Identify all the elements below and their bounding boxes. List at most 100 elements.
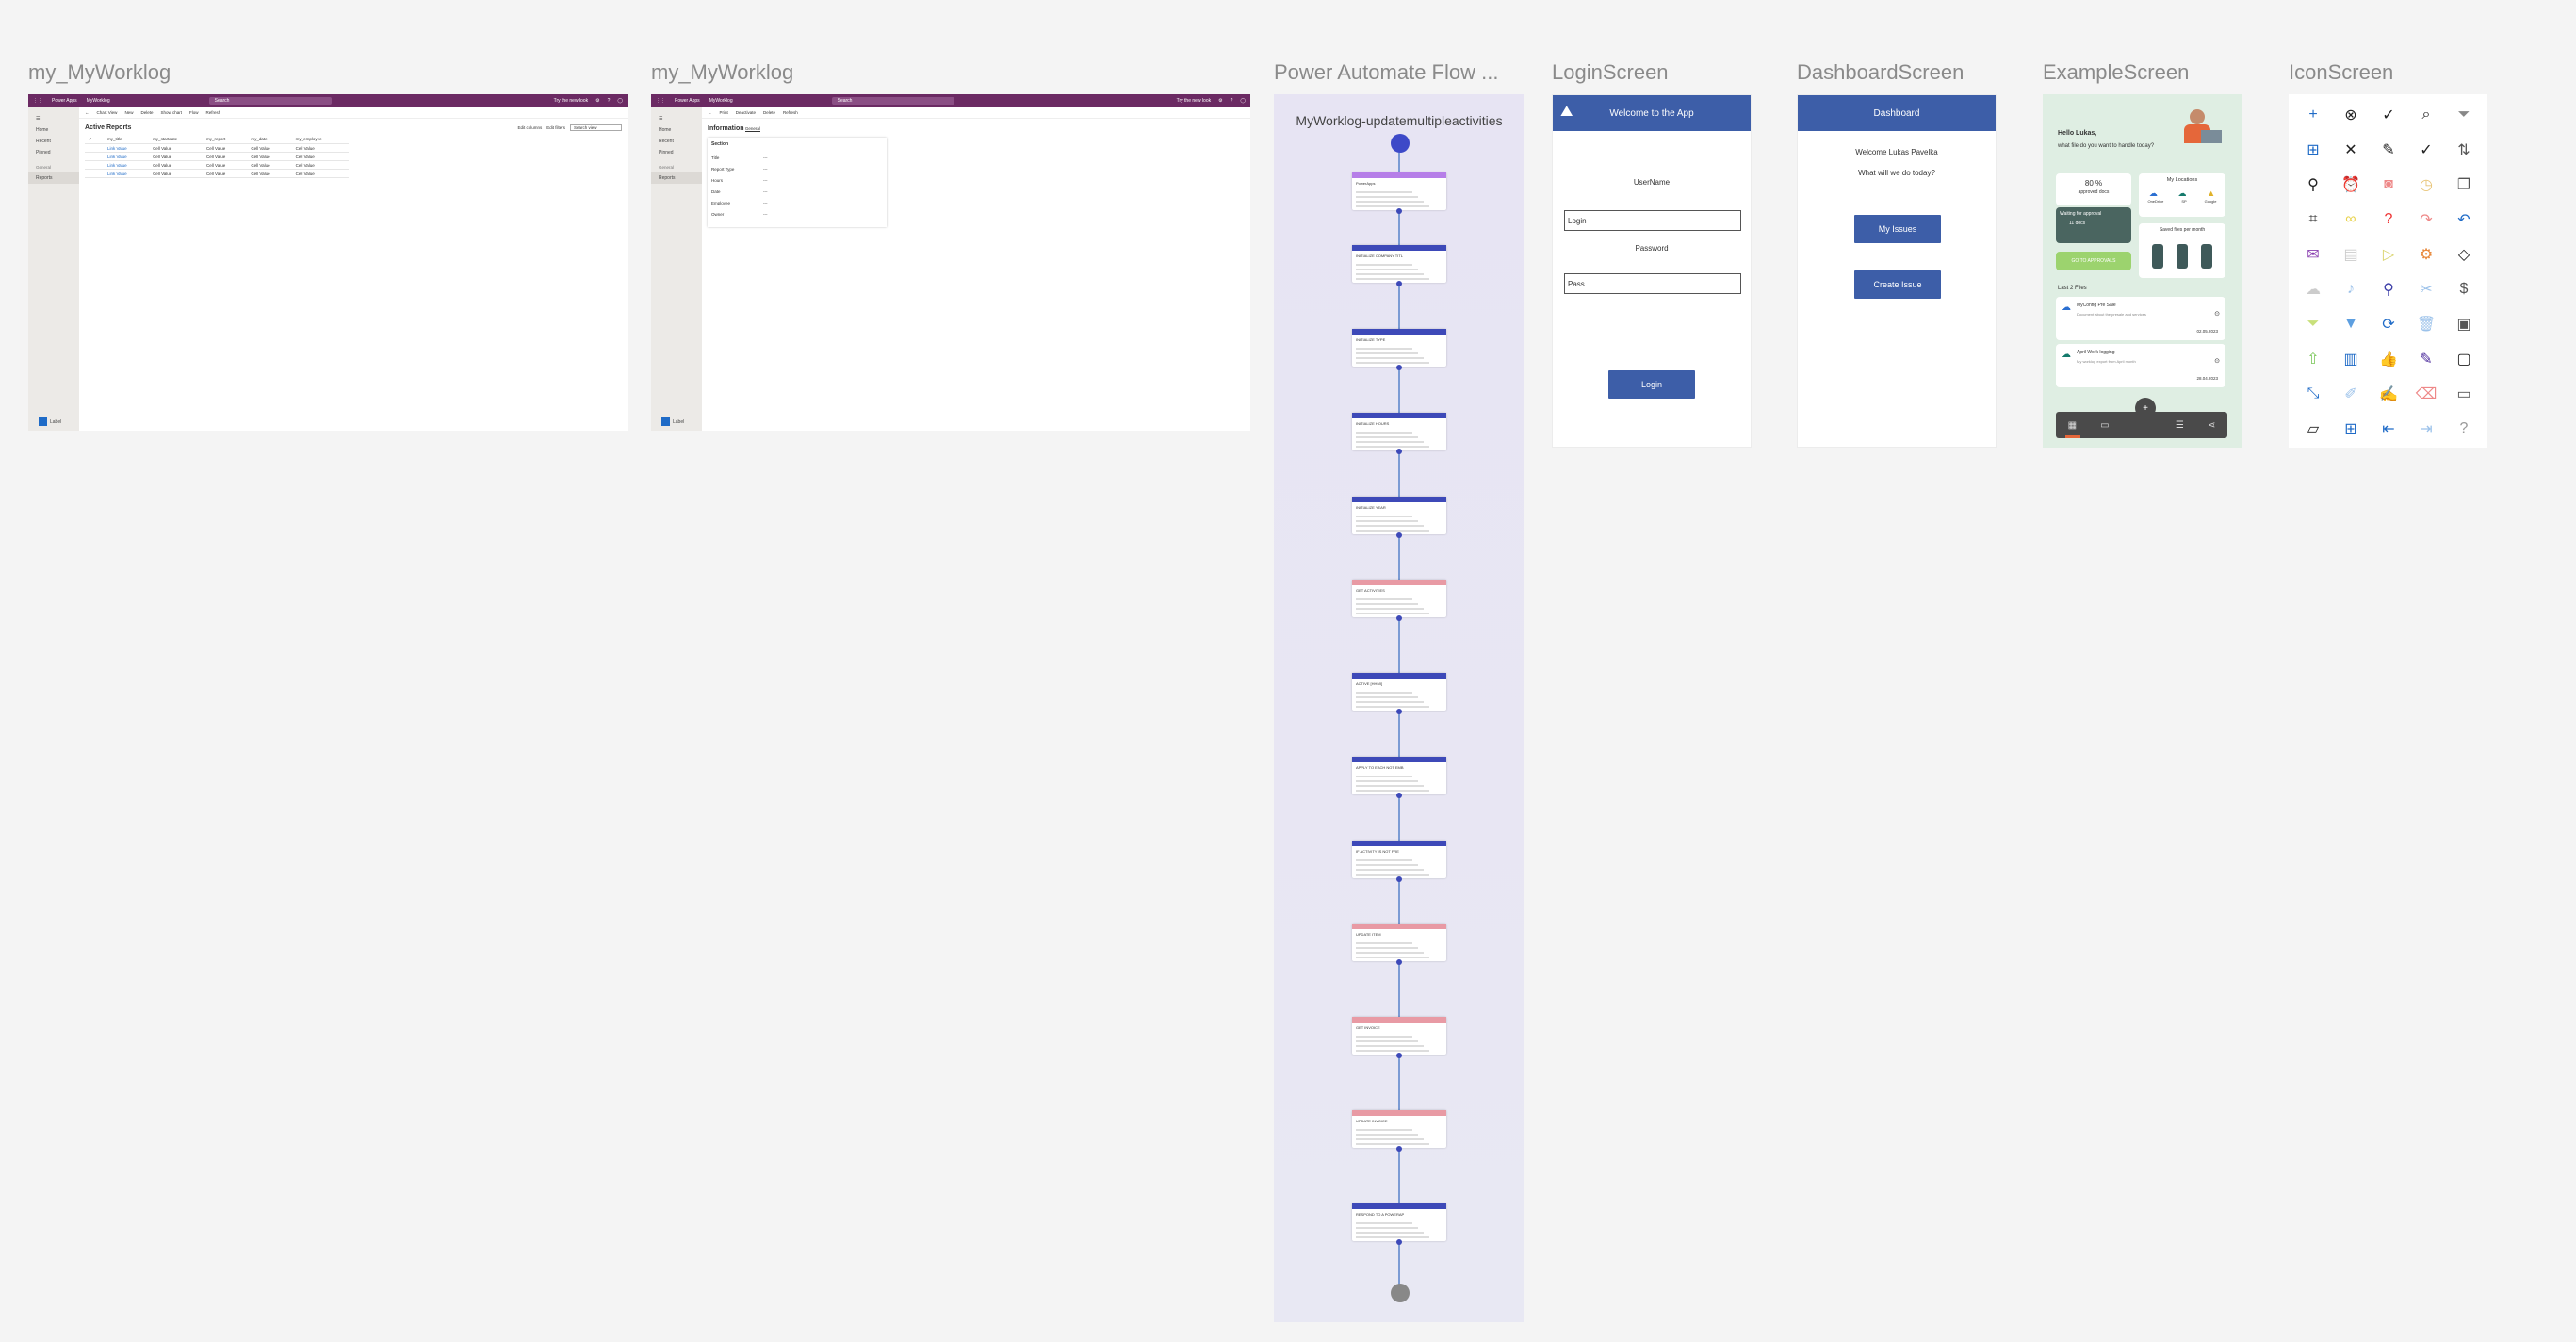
filter-outline-icon[interactable]: ⏷ xyxy=(2302,313,2324,336)
table-row[interactable]: Link Value Cell Value Cell Value Cell Value… xyxy=(85,160,349,170)
form-field[interactable]: Report Type --- xyxy=(711,164,883,175)
row-link[interactable]: Link Value xyxy=(104,169,150,178)
form-field[interactable]: Owner --- xyxy=(711,209,883,221)
flow-action-node[interactable]: GET INVOICE xyxy=(1352,1017,1446,1055)
preview-toggle[interactable]: Try the new look xyxy=(1177,98,1212,104)
flow-action-node[interactable]: ACTIVE [HHMI] xyxy=(1352,673,1446,711)
edit-filters[interactable]: Edit filters xyxy=(546,125,565,130)
settings-icon[interactable]: ⚙ xyxy=(2415,243,2437,266)
form-field[interactable]: Date --- xyxy=(711,187,883,198)
cmd-chart-view[interactable]: Chart View xyxy=(97,110,118,115)
menu-icon[interactable]: ☰ xyxy=(651,113,702,124)
edit-icon[interactable]: ✎ xyxy=(2377,139,2400,161)
flow-action-node[interactable]: GET ACTIVITIES xyxy=(1352,580,1446,617)
camera-icon[interactable]: ◙ xyxy=(2377,173,2400,196)
sort-icon[interactable]: ⇅ xyxy=(2453,139,2475,161)
nav-reports[interactable]: Reports xyxy=(28,172,79,184)
waffle-icon[interactable]: ⋮⋮ xyxy=(656,98,665,104)
username-field[interactable]: Login xyxy=(1564,210,1741,231)
tag-icon[interactable]: ◇ xyxy=(2453,243,2475,266)
close-icon[interactable]: ✕ xyxy=(2340,139,2362,161)
nav-reports[interactable]: Reports xyxy=(651,172,702,184)
document-up-icon[interactable]: ⇧ xyxy=(2302,348,2324,370)
check-circle-icon[interactable]: ✓ xyxy=(2377,104,2400,126)
preview-toggle[interactable]: Try the new look xyxy=(554,98,589,104)
google-drive-icon[interactable]: ▲ xyxy=(2207,188,2215,199)
back-icon[interactable]: ← xyxy=(708,110,712,115)
settings-icon[interactable]: ⚙ xyxy=(1218,98,1222,104)
clock-icon[interactable]: ◷ xyxy=(2415,173,2437,196)
eraser-icon[interactable]: ⌫ xyxy=(2415,383,2437,405)
add-fab-icon[interactable]: + xyxy=(2135,398,2156,418)
cmd-refresh[interactable]: Refresh xyxy=(783,110,798,115)
redo-icon[interactable]: ↷ xyxy=(2415,208,2437,231)
filter-solid-icon[interactable]: ▼ xyxy=(2340,313,2362,336)
help-icon[interactable]: ? xyxy=(608,98,611,104)
cut-icon[interactable]: ✂ xyxy=(2415,278,2437,301)
crop-icon[interactable]: ⌗ xyxy=(2302,208,2324,231)
col-header[interactable]: my_title xyxy=(104,135,150,144)
back-arrow-icon[interactable]: ⇤ xyxy=(2377,417,2400,440)
menu-icon[interactable]: ☰ xyxy=(28,113,79,124)
area-switcher[interactable]: Label xyxy=(654,415,692,429)
cmd-new[interactable]: New xyxy=(124,110,133,115)
add-icon[interactable]: + xyxy=(2302,104,2324,126)
cmd-refresh[interactable]: Refresh xyxy=(206,110,221,115)
table-row[interactable]: Link Value Cell Value Cell Value Cell Value… xyxy=(85,143,349,153)
flow-action-node[interactable]: UPDATE INVOICE xyxy=(1352,1110,1446,1148)
reload-icon[interactable]: ⟳ xyxy=(2377,313,2400,336)
onedrive-icon[interactable]: ☁ xyxy=(2149,188,2158,199)
flow-action-node[interactable]: INITIALIZE YEAR xyxy=(1352,497,1446,534)
trigger-node[interactable] xyxy=(1391,134,1410,153)
question-icon[interactable]: ? xyxy=(2453,417,2475,440)
nav-recent[interactable]: Recent xyxy=(651,136,702,147)
add-user-icon[interactable]: ⚲ xyxy=(2302,173,2324,196)
briefcase-icon[interactable]: ▥ xyxy=(2340,348,2362,370)
document-add-icon[interactable]: ⊞ xyxy=(2302,139,2324,161)
more-icon[interactable]: ⊙ xyxy=(2214,310,2220,318)
nav-pinned[interactable]: Pinned xyxy=(651,147,702,158)
write-icon[interactable]: ✍ xyxy=(2377,383,2400,405)
dashboard-screen[interactable]: Dashboard Welcome Lukas Pavelka What wil… xyxy=(1797,94,1997,448)
flow-action-node[interactable]: INITIALIZE COMPANY TITL xyxy=(1352,245,1446,283)
goto-approvals-button[interactable]: GO TO APPROVALS xyxy=(2056,252,2131,270)
bounding-box-icon[interactable]: ▢ xyxy=(2453,348,2475,370)
table-row[interactable]: Link Value Cell Value Cell Value Cell Value… xyxy=(85,152,349,161)
waiting-card[interactable]: Waiting for approval 11 docs xyxy=(2056,207,2131,243)
view-title[interactable]: Active Reports xyxy=(85,124,131,131)
collapse-icon[interactable]: ⤡ xyxy=(2302,383,2324,405)
copy-icon[interactable]: ❐ xyxy=(2453,173,2475,196)
cmd-print[interactable]: Print xyxy=(720,110,728,115)
col-header[interactable]: my_employee xyxy=(291,135,349,144)
nav-pinned[interactable]: Pinned xyxy=(28,147,79,158)
sharepoint-icon[interactable]: ☁ xyxy=(2178,188,2187,199)
create-issue-button[interactable]: Create Issue xyxy=(1854,270,1941,299)
check-icon[interactable]: ✓ xyxy=(2415,139,2437,161)
search-input[interactable]: Search xyxy=(831,97,954,105)
search-icon[interactable]: ⌕ xyxy=(2415,104,2437,126)
send-icon[interactable]: ▷ xyxy=(2377,243,2400,266)
pin-icon[interactable]: ⚲ xyxy=(2377,278,2400,301)
microphone-icon[interactable]: ♪ xyxy=(2340,278,2362,301)
grid-icon[interactable]: ▦ xyxy=(2068,420,2077,431)
col-header[interactable]: my_date xyxy=(247,135,292,144)
user-icon[interactable]: ◯ xyxy=(617,98,623,104)
trash-icon[interactable]: 🗑 xyxy=(2415,313,2437,336)
password-field[interactable]: Pass xyxy=(1564,273,1741,294)
col-header[interactable]: my_report xyxy=(203,135,248,144)
comment-icon[interactable]: ▭ xyxy=(2453,383,2475,405)
nav-recent[interactable]: Recent xyxy=(28,136,79,147)
form-frame[interactable]: ⋮⋮ Power Apps MyWorklog Search Try the n… xyxy=(651,94,1250,431)
save-icon[interactable]: ▣ xyxy=(2453,313,2475,336)
cmd-delete[interactable]: Delete xyxy=(763,110,775,115)
waffle-icon[interactable]: ⋮⋮ xyxy=(33,98,42,104)
cancel-circle-icon[interactable]: ⊗ xyxy=(2340,104,2362,126)
example-screen[interactable]: Hello Lukas, what file do you want to ha… xyxy=(2043,94,2242,448)
help-icon[interactable]: ? xyxy=(1231,98,1233,104)
login-button[interactable]: Login xyxy=(1608,370,1695,399)
filter-input[interactable]: Search view xyxy=(570,124,622,131)
flow-frame[interactable]: MyWorklog-updatemultipleactivities Power… xyxy=(1274,94,1524,1322)
flow-action-node[interactable]: PowerApps xyxy=(1352,172,1446,210)
tab-general[interactable]: General xyxy=(744,126,760,132)
pencil-icon[interactable]: ✎ xyxy=(2415,348,2437,370)
